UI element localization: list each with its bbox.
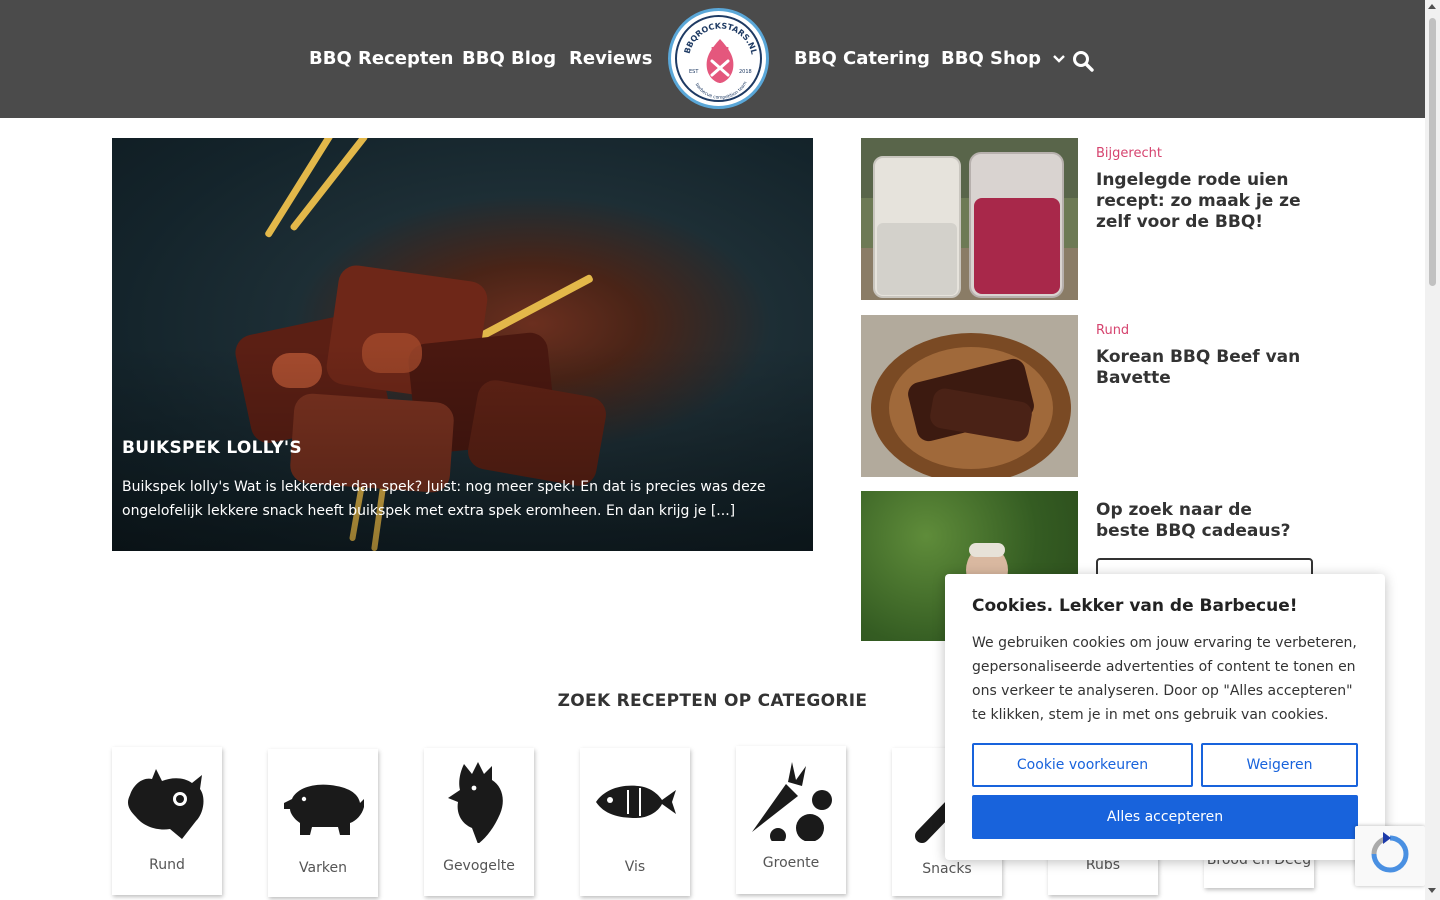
category-vis[interactable]: Vis [580,748,690,896]
card-category[interactable]: Rund [1096,323,1129,338]
nav-bbq-shop-label: BBQ Shop [941,48,1042,69]
site-logo[interactable]: BBQROCKSTARS.NL EST 2018 barbecue compet… [668,8,769,109]
nav-bbq-shop[interactable]: BBQ Shop [941,48,1066,69]
rooster-icon [448,762,503,843]
hero-title[interactable]: BUIKSPEK LOLLY'S [122,438,302,458]
category-groente[interactable]: Groente [736,746,846,894]
chevron-down-icon [1053,55,1066,63]
recaptcha-icon [1371,832,1409,873]
category-label: Gevogelte [443,858,515,874]
pig-icon [284,784,364,835]
svg-text:2018: 2018 [739,69,752,75]
nav-bbq-catering[interactable]: BBQ Catering [794,48,930,69]
logo-flame-icon: BBQROCKSTARS.NL EST 2018 barbecue compet… [683,21,759,101]
cookie-accept-all-button[interactable]: Alles accepteren [972,795,1358,839]
card-image-ingelegde-uien[interactable] [861,138,1078,300]
card-category[interactable]: Bijgerecht [1096,146,1162,161]
logo-badge: BBQROCKSTARS.NL EST 2018 barbecue compet… [675,15,762,102]
svg-text:EST: EST [689,69,699,75]
card-image-korean-bbq-beef[interactable] [861,315,1078,477]
recaptcha-badge[interactable] [1355,826,1425,886]
category-label: Groente [762,855,820,871]
page-scrollbar[interactable] [1425,0,1440,900]
cookie-text: We gebruiken cookies om jouw ervaring te… [972,635,1357,723]
nav-bbq-blog[interactable]: BBQ Blog [462,48,556,69]
scroll-thumb[interactable] [1429,18,1436,286]
card-title[interactable]: Op zoek naar de beste BBQ cadeaus? [1096,500,1306,542]
site-header: BBQ Recepten BBQ Blog Reviews BBQROCKSTA… [0,0,1425,118]
vegetables-icon [752,762,832,841]
scroll-down-arrow-icon[interactable] [1428,888,1436,893]
svg-text:barbecue competition team: barbecue competition team [694,81,749,101]
fish-icon [596,785,676,818]
featured-post-hero[interactable]: BUIKSPEK LOLLY'S Buikspek lolly's Wat is… [112,138,813,551]
category-label: Varken [299,860,347,876]
cow-icon [128,769,204,839]
search-icon[interactable] [1072,50,1094,72]
cookie-preferences-button[interactable]: Cookie voorkeuren [972,743,1193,787]
scroll-up-arrow-icon[interactable] [1428,4,1436,9]
card-title[interactable]: Korean BBQ Beef van Bavette [1096,347,1306,389]
card-title[interactable]: Ingelegde rode uien recept: zo maak je z… [1096,170,1306,233]
category-label: Vis [624,859,646,875]
cookie-consent-dialog: Cookies. Lekker van de Barbecue! We gebr… [945,574,1385,860]
cookie-title: Cookies. Lekker van de Barbecue! [972,596,1298,616]
cookie-reject-button[interactable]: Weigeren [1201,743,1358,787]
category-label: Snacks [922,861,972,877]
nav-bbq-recepten[interactable]: BBQ Recepten [309,48,453,69]
nav-reviews[interactable]: Reviews [569,48,653,69]
category-rund[interactable]: Rund [112,747,222,895]
hero-excerpt: Buikspek lolly's Wat is lekkerder dan sp… [122,479,766,519]
category-label: Rund [149,857,185,873]
category-gevogelte[interactable]: Gevogelte [424,748,534,896]
category-varken[interactable]: Varken [268,749,378,897]
